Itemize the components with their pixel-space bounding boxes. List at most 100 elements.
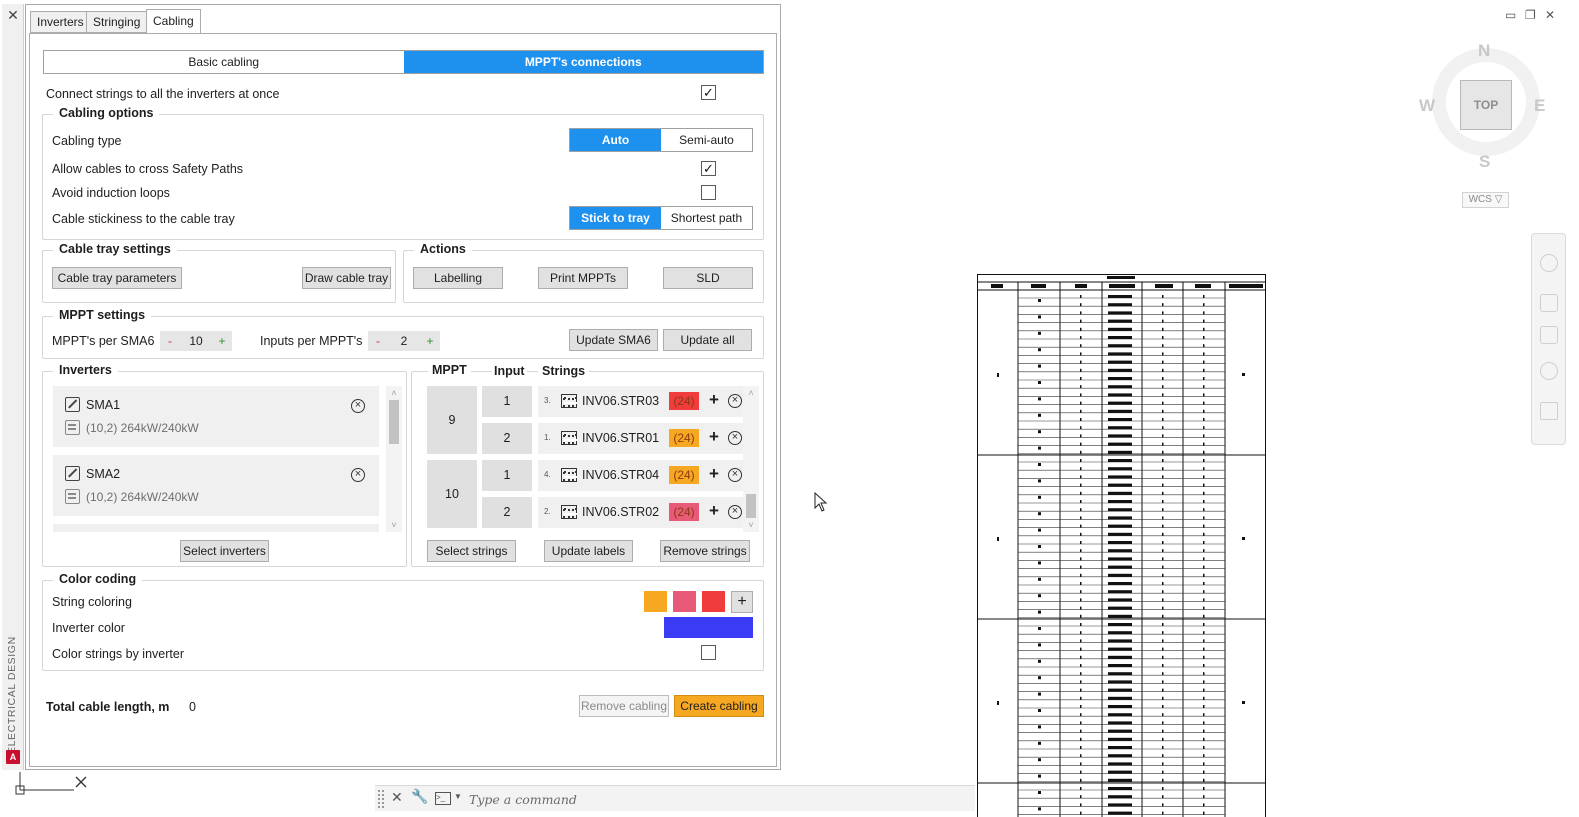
update-labels-button[interactable]: Update labels xyxy=(544,540,633,562)
drawing-cell-mark xyxy=(1108,475,1132,479)
draw-cable-tray-button[interactable]: Draw cable tray xyxy=(302,267,391,289)
command-history-icon[interactable]: >_ xyxy=(435,792,451,805)
update-all-button[interactable]: Update all xyxy=(663,329,752,351)
compass-east[interactable]: E xyxy=(1534,96,1545,116)
inverter-card[interactable]: SMA1 × (10,2) 264kW/240kW xyxy=(53,386,379,447)
scroll-thumb[interactable] xyxy=(746,494,756,518)
remove-cabling-button[interactable]: Remove cabling xyxy=(579,695,669,717)
cable-tray-parameters-button[interactable]: Cable tray parameters xyxy=(52,267,182,289)
showmotion-icon[interactable] xyxy=(1540,402,1558,420)
drawing-cell-mark xyxy=(1080,475,1082,479)
drawing-cell-mark xyxy=(1080,483,1082,487)
inputs-per-mppt-decrement[interactable]: - xyxy=(368,331,388,351)
drawing-cell-mark xyxy=(1203,573,1205,577)
input-number: 2 xyxy=(482,423,532,454)
sld-button[interactable]: SLD xyxy=(663,267,753,289)
add-color-button[interactable]: + xyxy=(731,591,753,613)
close-icon[interactable]: ✕ xyxy=(1545,8,1555,22)
scroll-down-icon[interactable]: ˅ xyxy=(743,518,759,532)
inverters-scrollbar[interactable]: ˄ ˅ xyxy=(386,386,402,532)
string-row[interactable]: 2. INV06.STR02 (24) + × xyxy=(538,497,748,528)
scroll-thumb[interactable] xyxy=(389,400,399,444)
single-line-diagram-drawing[interactable] xyxy=(977,274,1266,817)
add-string-icon[interactable]: + xyxy=(709,464,719,484)
compass-south[interactable]: S xyxy=(1479,152,1490,172)
orbit-icon[interactable] xyxy=(1540,362,1558,380)
mppt-per-sma-decrement[interactable]: - xyxy=(160,331,180,351)
restore-icon[interactable]: ❐ xyxy=(1525,8,1536,22)
remove-string-icon[interactable]: × xyxy=(728,394,742,408)
drawing-side-mark xyxy=(997,373,999,377)
remove-string-icon[interactable]: × xyxy=(728,468,742,482)
string-color-swatch[interactable] xyxy=(702,591,725,612)
inverter-card[interactable]: SMA2 × (10,2) 264kW/240kW xyxy=(53,455,379,516)
string-row[interactable]: 4. INV06.STR04 (24) + × xyxy=(538,460,748,491)
viewcube-top-face[interactable]: TOP xyxy=(1460,80,1512,130)
drawing-cell-mark xyxy=(1108,311,1132,315)
select-strings-button[interactable]: Select strings xyxy=(427,540,516,562)
connect-all-checkbox[interactable]: ✓ xyxy=(701,85,716,100)
drawing-cell-mark xyxy=(1080,344,1082,348)
drawing-cell-mark xyxy=(1162,811,1164,815)
string-color-swatch[interactable] xyxy=(644,591,667,612)
drawing-cell-mark xyxy=(1203,311,1205,315)
minimize-icon[interactable]: ▭ xyxy=(1505,8,1516,22)
color-by-inverter-checkbox[interactable] xyxy=(701,645,716,660)
remove-string-icon[interactable]: × xyxy=(728,431,742,445)
mppt-per-sma-value[interactable]: 10 xyxy=(180,331,212,351)
tab-stringing[interactable]: Stringing xyxy=(86,11,148,33)
remove-inverter-icon[interactable]: × xyxy=(351,399,365,413)
remove-string-icon[interactable]: × xyxy=(728,505,742,519)
drawing-cell-mark xyxy=(1162,778,1164,782)
strings-scrollbar[interactable]: ˄ ˅ xyxy=(743,386,759,532)
update-sma-button[interactable]: Update SMA6 xyxy=(569,329,658,351)
compass-north[interactable]: N xyxy=(1478,41,1490,61)
app-logo-icon[interactable]: A xyxy=(6,750,20,764)
scroll-up-icon[interactable]: ˄ xyxy=(386,386,402,400)
command-history-dropdown-icon[interactable]: ▼ xyxy=(454,792,462,801)
command-line-grip-icon[interactable] xyxy=(378,790,384,808)
basic-cabling-button[interactable]: Basic cabling xyxy=(44,51,404,73)
stick-to-tray-button[interactable]: Stick to tray xyxy=(570,207,661,229)
mppt-per-sma-increment[interactable]: + xyxy=(212,331,232,351)
add-string-icon[interactable]: + xyxy=(709,427,719,447)
inverter-color-swatch[interactable] xyxy=(664,617,753,638)
add-string-icon[interactable]: + xyxy=(709,501,719,521)
avoid-loops-checkbox[interactable] xyxy=(701,185,716,200)
print-mppts-button[interactable]: Print MPPTs xyxy=(538,267,628,289)
inputs-per-mppt-increment[interactable]: + xyxy=(420,331,440,351)
create-cabling-button[interactable]: Create cabling xyxy=(674,695,764,717)
labelling-button[interactable]: Labelling xyxy=(413,267,503,289)
palette-close-icon[interactable]: ✕ xyxy=(2,6,24,24)
command-customize-icon[interactable]: 🔧 xyxy=(411,788,428,805)
mppt-connections-button[interactable]: MPPT's connections xyxy=(403,51,763,73)
command-close-icon[interactable]: ✕ xyxy=(391,789,403,806)
drawing-cell-mark xyxy=(1108,803,1132,807)
string-color-swatch[interactable] xyxy=(673,591,696,612)
shortest-path-button[interactable]: Shortest path xyxy=(661,207,752,229)
add-string-icon[interactable]: + xyxy=(709,390,719,410)
pan-icon[interactable] xyxy=(1540,294,1558,312)
command-input[interactable] xyxy=(467,790,967,808)
drawing-dot-mark xyxy=(1038,577,1041,581)
scroll-up-icon[interactable]: ˄ xyxy=(743,386,759,400)
remove-inverter-icon[interactable]: × xyxy=(351,468,365,482)
zoom-extents-icon[interactable] xyxy=(1540,326,1558,344)
inverter-info: (10,2) 264kW/240kW xyxy=(86,421,199,435)
cabling-type-auto[interactable]: Auto xyxy=(570,129,661,151)
allow-cross-checkbox[interactable]: ✓ xyxy=(701,161,716,176)
wcs-menu[interactable]: WCS ▽ xyxy=(1462,192,1509,208)
drawing-cell-mark xyxy=(1080,729,1082,733)
steering-wheel-icon[interactable] xyxy=(1540,254,1558,272)
tab-inverters[interactable]: Inverters xyxy=(30,11,91,33)
tab-cabling[interactable]: Cabling xyxy=(146,9,201,34)
inputs-per-mppt-value[interactable]: 2 xyxy=(388,331,420,351)
string-row[interactable]: 3. INV06.STR03 (24) + × xyxy=(538,386,748,417)
string-row[interactable]: 1. INV06.STR01 (24) + × xyxy=(538,423,748,454)
scroll-down-icon[interactable]: ˅ xyxy=(386,518,402,532)
select-inverters-button[interactable]: Select inverters xyxy=(180,540,269,562)
drawing-cell-mark xyxy=(1162,524,1164,528)
cabling-type-semi-auto[interactable]: Semi-auto xyxy=(661,129,752,151)
remove-strings-button[interactable]: Remove strings xyxy=(660,540,750,562)
compass-west[interactable]: W xyxy=(1419,96,1435,116)
